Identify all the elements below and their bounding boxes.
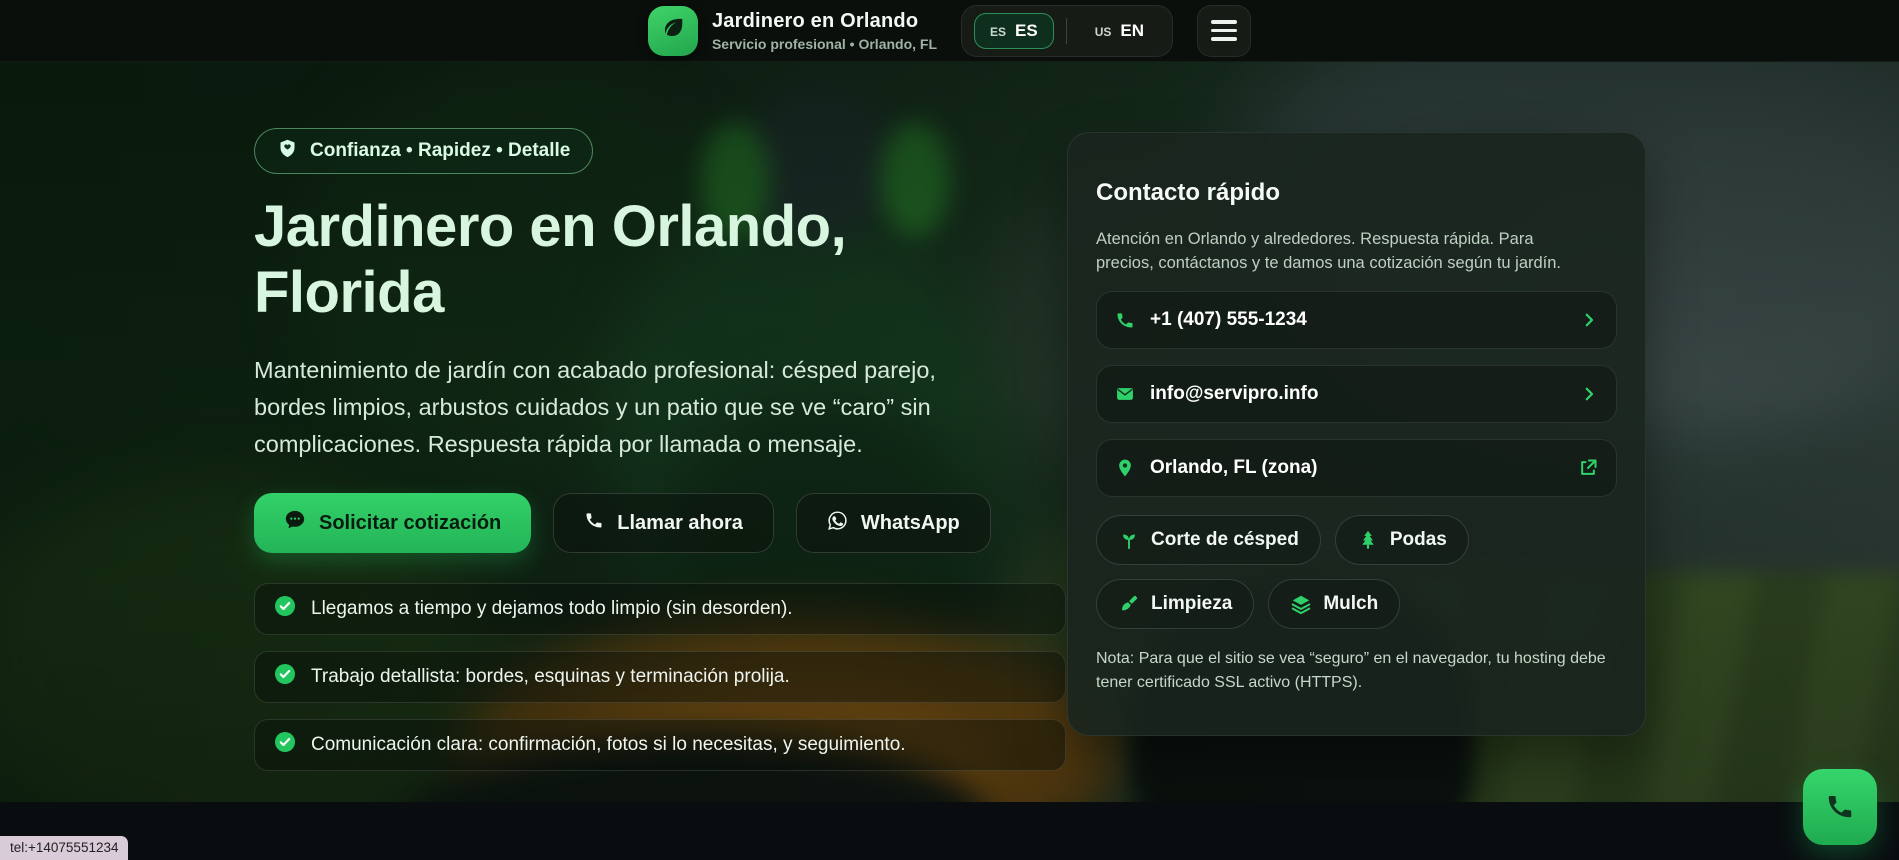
lang-option-es[interactable]: ES ES [974, 12, 1054, 49]
language-switcher: ES ES US EN [961, 4, 1174, 57]
leaf-icon [659, 14, 687, 47]
shield-heart-icon [277, 138, 298, 165]
check-circle-icon [273, 662, 297, 692]
hero-description: Mantenimiento de jardín con acabado prof… [254, 357, 936, 457]
page-title-line1: Jardinero en Orlando, [254, 194, 847, 259]
brand-text: Jardinero en Orlando Servicio profesiona… [712, 10, 937, 52]
service-chips: Corte de césped Podas Limpieza Mulch [1096, 515, 1617, 630]
chip-label: Mulch [1323, 593, 1379, 615]
trust-badge: Confianza • Rapidez • Detalle [254, 128, 594, 174]
map-pin-icon [1115, 458, 1135, 478]
hamburger-icon [1211, 20, 1238, 41]
page-title-line2: Florida [254, 260, 444, 325]
chip-label: Podas [1389, 529, 1447, 551]
check-circle-icon [273, 730, 297, 760]
call-now-label: Llamar ahora [617, 511, 743, 534]
phone-icon [584, 510, 604, 536]
chip-limpieza[interactable]: Limpieza [1096, 579, 1255, 630]
ssl-note: Nota: Para que el sitio se vea “seguro” … [1096, 650, 1606, 692]
benefits-checklist: Llegamos a tiempo y dejamos todo limpio … [254, 583, 1066, 771]
sprout-icon [1118, 529, 1140, 551]
broom-icon [1118, 593, 1140, 615]
chip-podas[interactable]: Podas [1334, 515, 1469, 566]
floating-call-button[interactable] [1803, 769, 1877, 845]
layers-icon [1290, 593, 1312, 615]
contact-card-description: Atención en Orlando y alrededores. Respu… [1096, 229, 1562, 272]
checklist-item: Llegamos a tiempo y dejamos todo limpio … [254, 583, 1066, 635]
whatsapp-label: WhatsApp [860, 511, 960, 534]
tree-icon [1357, 529, 1379, 551]
chevron-right-icon [1580, 385, 1598, 403]
brand-logo [647, 5, 698, 56]
phone-icon [1825, 791, 1855, 824]
page-title: Jardinero en Orlando, Florida [254, 194, 1084, 326]
hamburger-menu-button[interactable] [1197, 4, 1252, 57]
whatsapp-button[interactable]: WhatsApp [795, 493, 991, 553]
checklist-item: Trabajo detallista: bordes, esquinas y t… [254, 651, 1066, 703]
lang-label: EN [1120, 20, 1145, 40]
contact-card-title: Contacto rápido [1096, 178, 1280, 206]
phone-number: +1 (407) 555-1234 [1150, 309, 1307, 331]
request-quote-label: Solicitar cotización [319, 511, 502, 534]
contact-card: Contacto rápido Atención en Orlando y al… [1067, 132, 1646, 737]
chip-corte-de-cesped[interactable]: Corte de césped [1096, 515, 1321, 566]
chevron-right-icon [1580, 311, 1598, 329]
checklist-item-text: Llegamos a tiempo y dejamos todo limpio … [311, 598, 793, 619]
lang-country-code: ES [990, 24, 1007, 39]
trust-badge-label: Confianza • Rapidez • Detalle [310, 140, 571, 161]
below-hero-section [0, 802, 1899, 860]
whatsapp-icon [827, 510, 848, 537]
cta-row: Solicitar cotización Llamar ahora WhatsA… [254, 493, 1084, 553]
request-quote-button[interactable]: Solicitar cotización [254, 493, 532, 553]
contact-row-email[interactable]: info@servipro.info [1096, 365, 1617, 424]
chip-mulch[interactable]: Mulch [1268, 579, 1401, 630]
phone-icon [1115, 310, 1135, 330]
checklist-item: Comunicación clara: confirmación, fotos … [254, 719, 1066, 771]
brand-subtitle: Servicio profesional • Orlando, FL [711, 35, 938, 52]
check-circle-icon [273, 594, 297, 624]
contact-row-phone[interactable]: +1 (407) 555-1234 [1096, 291, 1617, 350]
email-address: info@servipro.info [1150, 383, 1319, 405]
site-header: Jardinero en Orlando Servicio profesiona… [0, 0, 1899, 62]
hero-content: Confianza • Rapidez • Detalle Jardinero … [254, 128, 1084, 771]
header-inner: Jardinero en Orlando Servicio profesiona… [647, 4, 1252, 57]
service-area: Orlando, FL (zona) [1150, 457, 1318, 479]
status-bar-link-preview: tel:+14075551234 [0, 836, 129, 860]
lang-divider [1065, 17, 1067, 44]
lang-label: ES [1015, 20, 1038, 40]
mail-icon [1115, 384, 1135, 404]
lang-option-en[interactable]: US EN [1079, 13, 1160, 49]
chip-label: Corte de césped [1151, 529, 1299, 551]
checklist-item-text: Comunicación clara: confirmación, fotos … [311, 734, 906, 755]
call-now-button[interactable]: Llamar ahora [553, 493, 774, 553]
hero-section: Confianza • Rapidez • Detalle Jardinero … [0, 62, 1899, 802]
contact-row-location[interactable]: Orlando, FL (zona) [1096, 439, 1617, 498]
chip-label: Limpieza [1151, 593, 1233, 615]
checklist-item-text: Trabajo detallista: bordes, esquinas y t… [311, 666, 790, 687]
chat-bubble-icon [284, 509, 306, 537]
external-link-icon [1578, 458, 1598, 478]
brand[interactable]: Jardinero en Orlando Servicio profesiona… [647, 5, 937, 56]
brand-title: Jardinero en Orlando [711, 9, 919, 32]
lang-country-code: US [1094, 24, 1112, 39]
